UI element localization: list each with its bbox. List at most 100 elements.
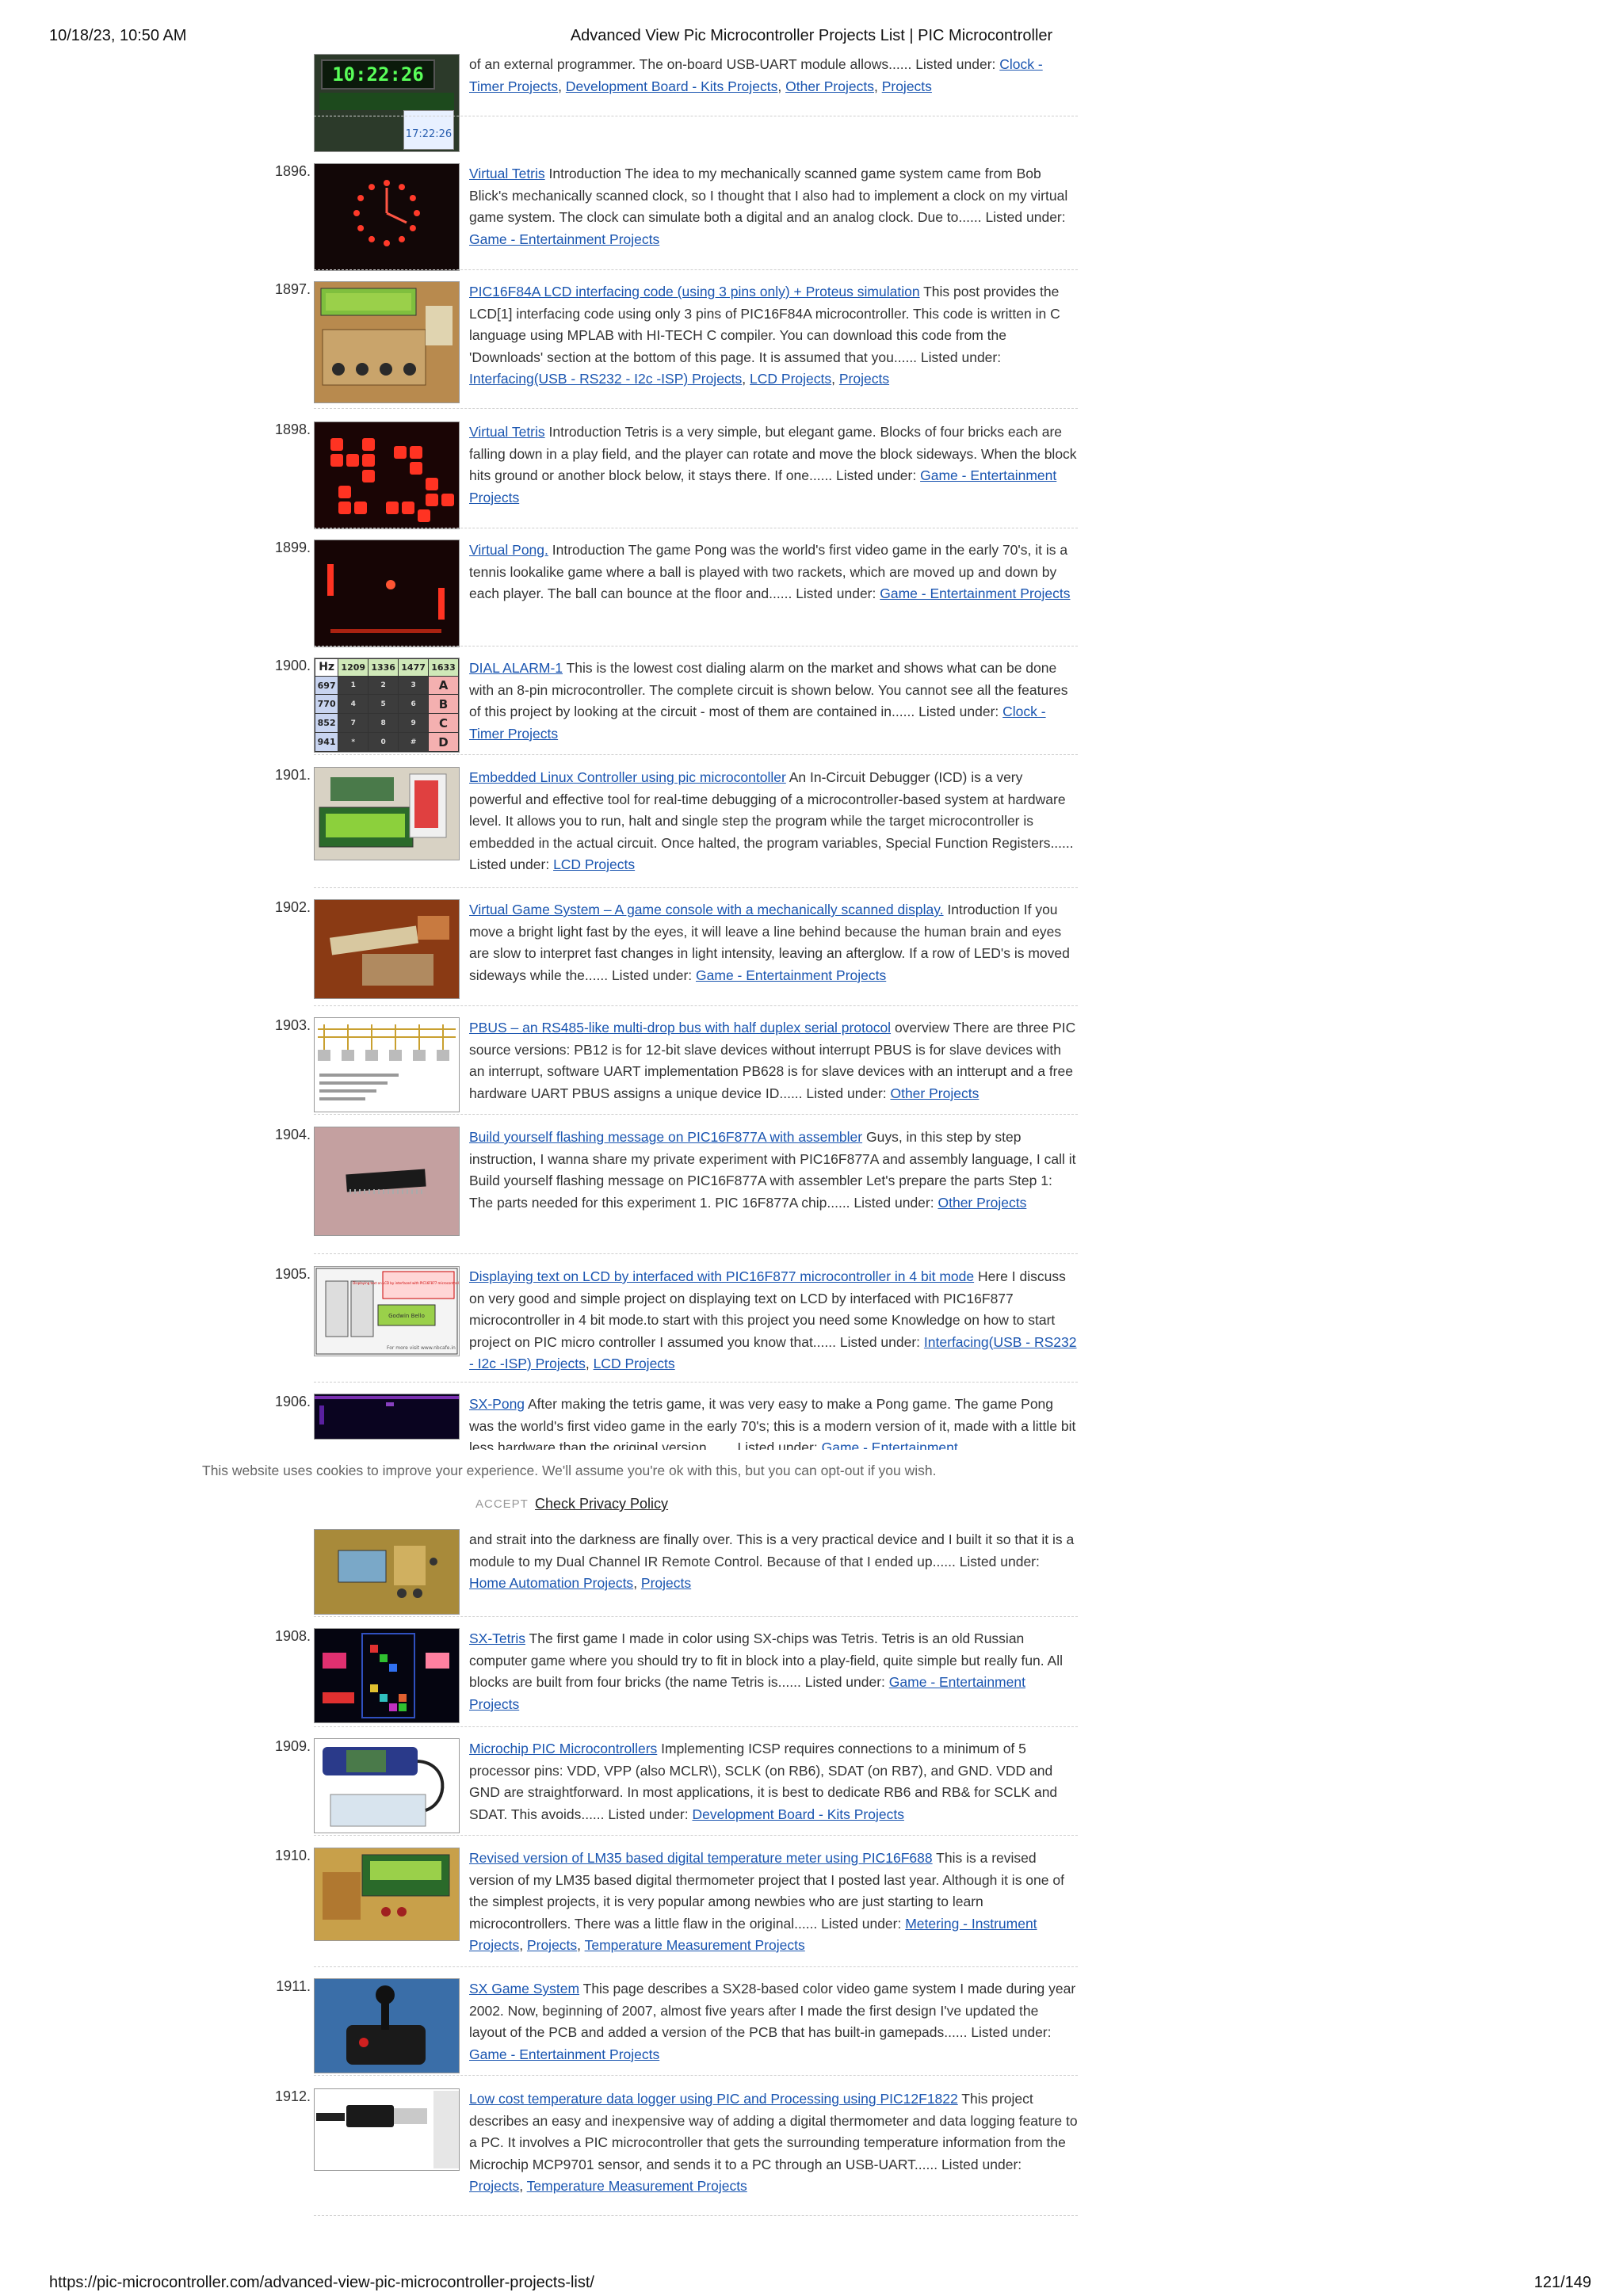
entry-text: Microchip PIC Microcontrollers Implement… [469, 1738, 1078, 1825]
category-link[interactable]: Game - Entertainment Projects [469, 2046, 659, 2062]
project-thumbnail[interactable] [314, 1628, 460, 1723]
entry-divider [314, 1382, 1078, 1383]
category-link[interactable]: LCD Projects [553, 856, 635, 872]
entry-number: 1909. [274, 1738, 311, 1754]
category-link[interactable]: Other Projects [890, 1085, 979, 1101]
svg-text:Godwin Bello: Godwin Bello [388, 1313, 425, 1319]
project-title-link[interactable]: SX-Tetris [469, 1630, 525, 1646]
project-title-link[interactable]: Virtual Game System – A game console wit… [469, 902, 944, 917]
project-thumbnail[interactable] [314, 767, 460, 860]
category-link[interactable]: Game - Entertainment Projects [880, 585, 1070, 601]
category-link[interactable]: Interfacing(USB - RS232 - I2c -ISP) Proj… [469, 371, 742, 387]
print-header: 10/18/23, 10:50 AM Advanced View Pic Mic… [0, 27, 1623, 52]
project-thumbnail[interactable] [314, 421, 460, 529]
dtmf-key: 0 [368, 732, 399, 752]
project-thumbnail[interactable] [314, 1978, 460, 2073]
project-title-link[interactable]: Microchip PIC Microcontrollers [469, 1741, 657, 1756]
project-title-link[interactable]: Embedded Linux Controller using pic micr… [469, 769, 786, 785]
project-thumbnail[interactable] [314, 281, 460, 403]
project-thumbnail[interactable] [314, 540, 460, 647]
entry-divider [314, 2075, 1078, 2076]
dtmf-key: 5 [368, 694, 399, 715]
listed-under-label: Listed under: [941, 2156, 1022, 2172]
listed-under-label: Listed under: [821, 1915, 902, 1932]
listed-under-label: Listed under: [915, 56, 996, 72]
category-link[interactable]: Projects [641, 1575, 691, 1591]
listed-under-label: Listed under: [806, 1085, 887, 1101]
entry-divider [314, 1005, 1078, 1006]
project-thumbnail[interactable]: Godwin Bello Displaying text on LCD by i… [314, 1266, 460, 1356]
category-link[interactable]: Home Automation Projects [469, 1575, 633, 1591]
project-title-link[interactable]: Low cost temperature data logger using P… [469, 2091, 958, 2107]
project-thumbnail[interactable] [314, 1738, 460, 1833]
category-link[interactable]: Development Board - Kits Projects [692, 1806, 903, 1822]
project-title-link[interactable]: SX-Pong [469, 1396, 525, 1412]
category-link[interactable]: Projects [882, 78, 932, 94]
entry-number: 1910. [274, 1848, 311, 1863]
entry-divider [314, 269, 1078, 270]
project-thumbnail[interactable] [314, 1127, 460, 1236]
listed-under-label: Listed under: [959, 1553, 1040, 1569]
entry-number: 1902. [274, 899, 311, 915]
project-title-link[interactable]: DIAL ALARM-1 [469, 660, 563, 676]
project-title-link[interactable]: Displaying text on LCD by interfaced wit… [469, 1268, 974, 1284]
dtmf-key: 1 [338, 675, 369, 696]
project-thumbnail[interactable] [314, 1529, 460, 1615]
category-link[interactable]: Projects [839, 371, 889, 387]
entry-text: Virtual Game System – A game console wit… [469, 899, 1078, 986]
project-thumbnail[interactable] [314, 899, 460, 999]
entry-number: 1911. [276, 1978, 311, 1994]
project-description: of an external programmer. The on-board … [469, 56, 912, 72]
project-title-link[interactable]: Virtual Tetris [469, 424, 545, 440]
entry-divider [314, 2215, 1078, 2216]
project-thumbnail[interactable] [314, 1017, 460, 1112]
entry-number: 1912. [274, 2088, 311, 2104]
listed-under-label: Listed under: [839, 1333, 921, 1350]
project-thumbnail[interactable]: Hz 1209 1336 1477 1633 697 1 2 3 A 770 4 5 6 B 852 7 8 9 C 9… [314, 658, 460, 753]
project-thumbnail[interactable] [314, 163, 460, 271]
entry-text: Displaying text on LCD by interfaced wit… [469, 1268, 1077, 1371]
category-link[interactable]: Temperature Measurement Projects [527, 2178, 747, 2194]
listed-under-label: Listed under: [854, 1194, 934, 1211]
entry-text: PIC16F84A LCD interfacing code (using 3 … [469, 284, 1060, 387]
entry-number: 1898. [274, 421, 311, 437]
project-title-link[interactable]: PIC16F84A LCD interfacing code (using 3 … [469, 284, 920, 299]
dtmf-key: 3 [398, 675, 430, 696]
category-link[interactable]: Game - Entertainment Projects [469, 231, 659, 247]
project-thumbnail[interactable]: 10:22:26 17:22:26 [314, 54, 460, 152]
dtmf-col-freq: 1633 [428, 658, 459, 677]
project-title-link[interactable]: Build yourself flashing message on PIC16… [469, 1129, 862, 1145]
project-title-link[interactable]: Virtual Tetris [469, 166, 545, 181]
entry-number: 1901. [274, 767, 311, 783]
entry-divider [314, 1616, 1078, 1617]
category-link[interactable]: Projects [469, 2178, 519, 2194]
category-link[interactable]: Temperature Measurement Projects [585, 1937, 805, 1953]
category-link[interactable]: LCD Projects [750, 371, 831, 387]
listed-under-label: Listed under: [608, 1806, 689, 1822]
project-thumbnail[interactable] [314, 1394, 460, 1440]
entry-text: SX-Tetris The first game I made in color… [469, 1628, 1078, 1715]
project-title-link[interactable]: PBUS – an RS485-like multi-drop bus with… [469, 1020, 891, 1035]
category-link[interactable]: LCD Projects [594, 1356, 675, 1371]
category-link[interactable]: Game - Entertainment Projects [696, 967, 886, 983]
category-link[interactable]: Other Projects [785, 78, 874, 94]
project-title-link[interactable]: SX Game System [469, 1981, 579, 1997]
dtmf-col-freq: 1336 [368, 658, 399, 677]
project-thumbnail[interactable] [314, 1848, 460, 1941]
dtmf-key: 6 [398, 694, 430, 715]
dtmf-row-freq: 852 [315, 713, 339, 734]
category-link[interactable]: Development Board - Kits Projects [566, 78, 777, 94]
cookie-accept-button[interactable]: ACCEPT [475, 1497, 529, 1511]
category-link[interactable]: Other Projects [938, 1195, 1026, 1211]
entry-divider [314, 1966, 1078, 1967]
category-link[interactable]: Projects [527, 1937, 577, 1953]
project-thumbnail[interactable] [314, 2088, 460, 2171]
entry-text: Revised version of LM35 based digital te… [469, 1850, 1064, 1953]
listed-under-label: Listed under: [971, 2024, 1052, 2040]
project-title-link[interactable]: Revised version of LM35 based digital te… [469, 1850, 933, 1866]
privacy-policy-link[interactable]: Check Privacy Policy [535, 1496, 668, 1512]
project-title-link[interactable]: Virtual Pong. [469, 542, 548, 558]
listed-under-label: Listed under: [796, 585, 876, 601]
entry-text: Low cost temperature data logger using P… [469, 2091, 1078, 2194]
print-page-title: Advanced View Pic Microcontroller Projec… [570, 27, 1053, 44]
